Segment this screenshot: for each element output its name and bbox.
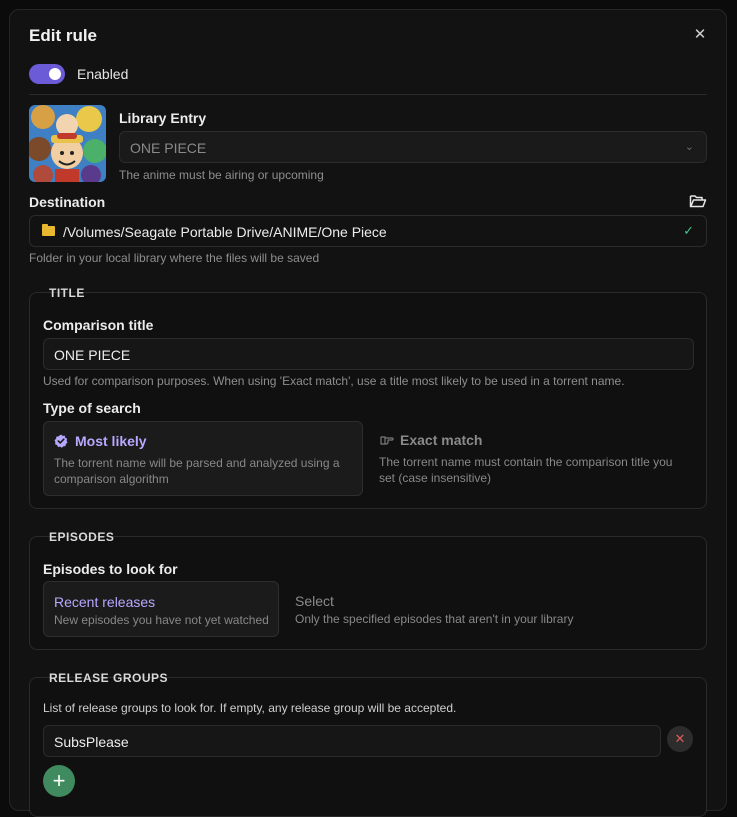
pointer-hand-icon (380, 436, 394, 445)
check-icon: ✓ (683, 223, 694, 238)
episodes-option-recent-releases[interactable]: Recent releases New episodes you have no… (43, 581, 279, 637)
option-description: The torrent name must contain the compar… (379, 455, 673, 485)
destination-path: /Volumes/Seagate Portable Drive/ANIME/On… (63, 224, 387, 240)
library-entry-label: Library Entry (119, 110, 207, 126)
verified-badge-icon (54, 434, 68, 448)
library-entry-help: The anime must be airing or upcoming (119, 168, 324, 182)
edit-rule-dialog: Edit rule ✕ Enabled Library Entry ONE PI… (9, 9, 727, 817)
library-entry-value: ONE PIECE (130, 140, 207, 156)
anime-poster-image (29, 105, 106, 182)
remove-release-group-button[interactable]: ✕ (667, 726, 693, 752)
toggle-knob (49, 68, 61, 80)
search-type-label: Type of search (43, 400, 141, 416)
enabled-label: Enabled (77, 66, 129, 82)
option-description: Only the specified episodes that aren't … (295, 612, 574, 626)
destination-help: Folder in your local library where the f… (29, 251, 320, 265)
option-description: The torrent name will be parsed and anal… (54, 456, 340, 486)
folder-icon (42, 224, 55, 236)
option-title: Select (295, 593, 334, 609)
library-entry-select[interactable]: ONE PIECE ⌄ (119, 131, 707, 163)
close-icon: ✕ (674, 731, 686, 746)
dialog-title: Edit rule (29, 26, 98, 45)
destination-label: Destination (29, 194, 106, 210)
search-option-most-likely[interactable]: Most likely The torrent name will be par… (43, 421, 363, 496)
divider (29, 94, 707, 95)
plus-icon: + (52, 768, 66, 793)
episodes-option-select[interactable]: Select Only the specified episodes that … (285, 581, 615, 637)
release-group-input[interactable]: SubsPlease (43, 725, 661, 757)
enabled-toggle[interactable] (29, 64, 65, 84)
folder-open-icon[interactable] (689, 193, 707, 209)
close-icon[interactable]: ✕ (692, 27, 708, 43)
comparison-title-help: Used for comparison purposes. When using… (43, 374, 625, 388)
chevron-down-icon: ⌄ (684, 141, 694, 153)
title-section-heading: TITLE (49, 286, 85, 300)
option-title: Exact match (400, 432, 483, 448)
episodes-section-heading: EPISODES (49, 530, 115, 544)
comparison-title-label: Comparison title (43, 317, 154, 333)
option-title: Recent releases (54, 594, 156, 610)
option-description: New episodes you have not yet watched (54, 613, 269, 627)
option-title: Most likely (75, 433, 147, 449)
comparison-title-input[interactable]: ONE PIECE (43, 338, 694, 370)
add-release-group-button[interactable]: + (43, 765, 75, 797)
release-groups-section-heading: RELEASE GROUPS (49, 671, 169, 685)
search-option-exact-match[interactable]: Exact match The torrent name must contai… (369, 421, 689, 496)
release-group-value: SubsPlease (54, 734, 129, 750)
episodes-label: Episodes to look for (43, 561, 178, 577)
destination-input[interactable]: /Volumes/Seagate Portable Drive/ANIME/On… (29, 215, 707, 247)
release-groups-help: List of release groups to look for. If e… (43, 701, 457, 715)
comparison-title-value: ONE PIECE (54, 347, 131, 363)
